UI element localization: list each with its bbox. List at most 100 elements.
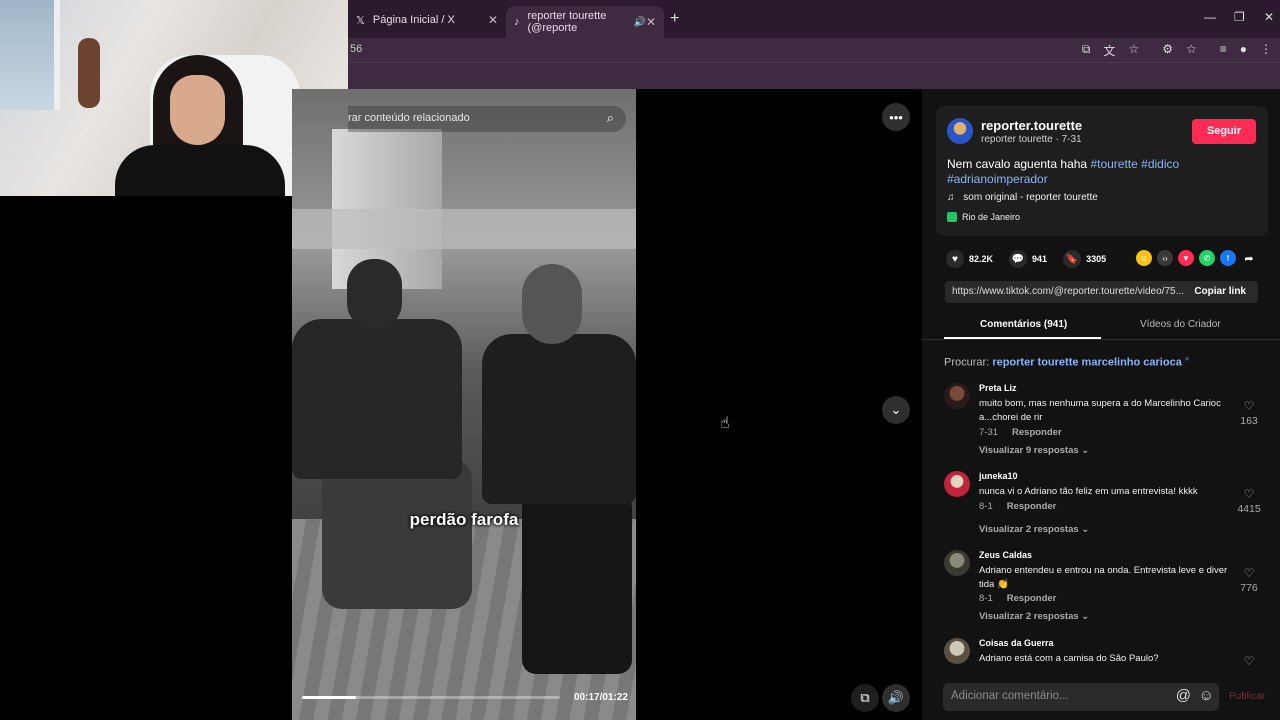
tab-title: reporter tourette (@reporte	[527, 10, 607, 34]
heart-outline-icon[interactable]: ♡	[1234, 654, 1264, 668]
commenter-name[interactable]: Zeus Caldas	[979, 550, 1032, 560]
video-url[interactable]: https://www.tiktok.com/@reporter.tourett…	[952, 286, 1187, 297]
comment-meta: 8-1 Responder	[979, 501, 1056, 512]
tab-comments[interactable]: Comentários (941)	[980, 319, 1067, 330]
comment-bubble-icon[interactable]: 💬	[1009, 250, 1028, 268]
comment-like[interactable]: ♡ 163	[1234, 399, 1264, 427]
search-suggestion-query[interactable]: reporter tourette marcelinho carioca	[992, 357, 1182, 369]
comment-like-count: 776	[1240, 582, 1258, 594]
browser-tab-tiktok[interactable]: ♪ reporter tourette (@reporte 🔊 ✕	[506, 6, 664, 38]
bookmark-star-icon[interactable]: ☆	[1128, 42, 1139, 59]
view-replies-button[interactable]: Visualizar 9 respostas ⌄	[979, 445, 1089, 456]
view-replies-label[interactable]: Visualizar 2 respostas	[979, 611, 1079, 622]
heart-outline-icon[interactable]: ♡	[1234, 566, 1264, 580]
author-avatar[interactable]	[947, 118, 973, 144]
address-bar[interactable]: 56 ⧉ 文 ☆ ⚙ ☆ ≡ ● ⋮	[348, 38, 1280, 62]
browser-tab-x[interactable]: 𝕏 Página Inicial / X ✕	[348, 8, 506, 32]
toolbar-icons: ⧉ 文 ☆ ⚙ ☆ ≡ ● ⋮	[1082, 42, 1272, 59]
install-icon[interactable]: ⧉	[1082, 42, 1091, 59]
coin-icon[interactable]: ☺	[1136, 250, 1152, 266]
embed-icon[interactable]: ‹›	[1157, 250, 1173, 266]
publish-button[interactable]: Publicar	[1229, 691, 1265, 702]
maximize-icon[interactable]: ❐	[1234, 10, 1245, 24]
comment-meta: 8-1 Responder	[979, 593, 1056, 604]
address-text[interactable]: 56	[350, 43, 362, 55]
video-progress-fill	[302, 696, 357, 699]
music-title[interactable]: som original - reporter tourette	[963, 192, 1098, 203]
commenter-avatar[interactable]	[944, 383, 970, 409]
close-window-icon[interactable]: ✕	[1264, 10, 1274, 24]
reply-button[interactable]: Responder	[1012, 427, 1062, 438]
reply-button[interactable]: Responder	[1007, 593, 1057, 604]
search-icon[interactable]: ⌕	[607, 110, 614, 126]
emoji-icon[interactable]: ☺	[1199, 687, 1214, 704]
reply-button[interactable]: Responder	[1007, 501, 1057, 512]
comment-like-count: 4415	[1237, 503, 1261, 515]
commenter-avatar[interactable]	[944, 471, 970, 497]
comment-stat[interactable]: 💬 941	[1009, 250, 1047, 268]
commenter-name[interactable]: juneka10	[979, 471, 1018, 481]
save-stat[interactable]: 🔖 3305	[1063, 250, 1106, 268]
commenter-name[interactable]: Preta Liz	[979, 383, 1017, 393]
webcam-person	[115, 55, 285, 196]
copy-link-button[interactable]: Copiar link	[1194, 286, 1246, 297]
video-caption: perdão farofa	[409, 510, 519, 529]
send-icon[interactable]: ▼	[1178, 250, 1194, 266]
hashtag-link[interactable]: #adrianoimperador	[947, 172, 1048, 186]
whatsapp-icon[interactable]: ✆	[1199, 250, 1215, 266]
hashtag-link[interactable]: #didico	[1141, 157, 1179, 171]
view-replies-button[interactable]: Visualizar 2 respostas ⌄	[979, 611, 1089, 622]
heart-outline-icon[interactable]: ♡	[1234, 487, 1264, 501]
extensions-icon[interactable]: ⚙	[1162, 42, 1173, 59]
commenter-avatar[interactable]	[944, 550, 970, 576]
hashtag-link[interactable]: #tourette	[1090, 157, 1137, 171]
favorites-icon[interactable]: ☆	[1186, 42, 1197, 59]
search-suggestion[interactable]: Procurar: reporter tourette marcelinho c…	[944, 354, 1189, 369]
view-replies-label[interactable]: Visualizar 2 respostas	[979, 524, 1079, 535]
reading-list-icon[interactable]: ≡	[1220, 42, 1227, 59]
share-arrow-icon[interactable]: ➦	[1241, 250, 1257, 266]
commenter-name[interactable]: Coisas da Guerra	[979, 638, 1054, 648]
like-stat[interactable]: ♥ 82.2K	[946, 250, 993, 268]
comment-input[interactable]: Adicionar comentário... @ ☺	[943, 683, 1219, 711]
music-line[interactable]: ♫ som original - reporter tourette	[947, 192, 1098, 203]
chevron-down-icon: ⌄	[1081, 445, 1090, 456]
view-replies-button[interactable]: Visualizar 2 respostas ⌄	[979, 524, 1089, 535]
next-video-chevron-icon[interactable]: ⌄	[882, 396, 910, 424]
more-options-icon[interactable]: •••	[882, 103, 910, 131]
floating-player-icon[interactable]: ⧉	[851, 684, 879, 712]
close-tab-icon[interactable]: ✕	[646, 15, 656, 29]
video-person-right	[482, 264, 636, 684]
mention-icon[interactable]: @	[1176, 687, 1191, 704]
new-tab-icon[interactable]: +	[670, 10, 679, 28]
heart-icon[interactable]: ♥	[946, 250, 964, 268]
tab-creator-videos[interactable]: Vídeos do Criador	[1140, 319, 1221, 330]
author-username[interactable]: reporter.tourette	[981, 118, 1082, 133]
video-link-box[interactable]: https://www.tiktok.com/@reporter.tourett…	[945, 281, 1258, 303]
related-search-bar[interactable]: rar conteúdo relacionado ⌕	[348, 106, 626, 132]
profile-icon[interactable]: ●	[1240, 42, 1247, 59]
comment-like[interactable]: ♡ 776	[1234, 566, 1264, 594]
volume-icon[interactable]: 🔊	[882, 684, 910, 712]
engagement-stats: ♥ 82.2K 💬 941 🔖 3305	[946, 250, 1122, 268]
view-replies-label[interactable]: Visualizar 9 respostas	[979, 445, 1079, 456]
location-tag[interactable]: Rio de Janeiro	[947, 212, 1020, 222]
search-icon: ⌕	[1184, 354, 1190, 363]
screen: 𝕏 Página Inicial / X ✕ ♪ reporter touret…	[0, 0, 1280, 720]
minimize-icon[interactable]: —	[1204, 10, 1216, 24]
bookmark-icon[interactable]: 🔖	[1063, 250, 1082, 268]
translate-icon[interactable]: 文	[1103, 42, 1115, 59]
close-tab-icon[interactable]: ✕	[488, 13, 498, 27]
comment-like[interactable]: ♡ 4415	[1234, 487, 1264, 515]
facebook-icon[interactable]: f	[1220, 250, 1236, 266]
follow-button[interactable]: Seguir	[1192, 119, 1256, 144]
heart-outline-icon[interactable]: ♡	[1234, 399, 1264, 413]
menu-icon[interactable]: ⋮	[1260, 42, 1272, 59]
mouse-cursor-icon: ☝	[720, 415, 730, 432]
location-name[interactable]: Rio de Janeiro	[962, 212, 1020, 222]
comment-like[interactable]: ♡	[1234, 654, 1264, 668]
video-progress-bar[interactable]	[302, 696, 560, 699]
video-player[interactable]	[292, 89, 636, 720]
commenter-avatar[interactable]	[944, 638, 970, 664]
comment-text: Adriano está com a camisa do São Paulo?	[979, 653, 1159, 664]
